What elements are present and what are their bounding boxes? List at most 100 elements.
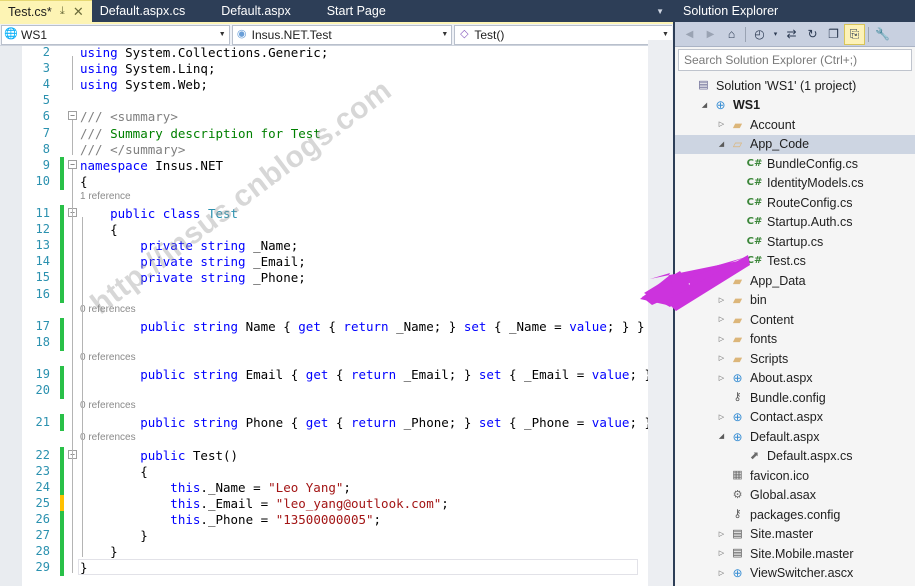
- tree-item-ws1[interactable]: ◢ ⊕ WS1: [675, 96, 915, 116]
- tree-item-account[interactable]: ▷ ▰ Account: [675, 115, 915, 135]
- editor-tab-start-page[interactable]: Start Page: [305, 0, 400, 22]
- codelens-reference-count[interactable]: 0 references: [80, 432, 136, 443]
- dropdown-arrow-icon[interactable]: ▾: [770, 24, 781, 45]
- tree-item-default-aspx[interactable]: ◢ ⊕ Default.aspx: [675, 427, 915, 447]
- forward-icon: ▶: [706, 28, 715, 40]
- expander-collapsed-icon[interactable]: ▷: [715, 550, 728, 557]
- solution-tree[interactable]: ▤ Solution 'WS1' (1 project) ◢ ⊕ WS1 ▷ ▰ Accoun…: [675, 76, 915, 586]
- editor-vertical-scrollbar[interactable]: ⚌: [648, 40, 673, 586]
- tree-item-content[interactable]: ▷ ▰ Content: [675, 310, 915, 330]
- tree-item-site-master[interactable]: ▷ ▤ Site.master: [675, 525, 915, 545]
- chevron-down-icon[interactable]: ▼: [437, 31, 451, 38]
- expander-collapsed-icon[interactable]: ▷: [715, 316, 728, 323]
- search-solution-explorer-input[interactable]: Search Solution Explorer (Ctrl+;): [678, 49, 912, 71]
- expander-expanded-icon[interactable]: ◢: [698, 102, 711, 109]
- tree-item-label: ViewSwitcher.ascx: [750, 566, 854, 581]
- tree-item-viewswitcher-ascx[interactable]: ▷ ⊕ ViewSwitcher.ascx: [675, 564, 915, 584]
- refresh-icon[interactable]: ↻: [802, 24, 823, 45]
- tree-item-contact-aspx[interactable]: ▷ ⊕ Contact.aspx: [675, 408, 915, 428]
- fold-collapse-icon[interactable]: −: [68, 159, 77, 169]
- tree-item-app-code[interactable]: ◢ ▱ App_Code: [675, 134, 915, 154]
- tree-item-default-aspx-cs[interactable]: ⬈ Default.aspx.cs: [675, 447, 915, 467]
- tree-item-test-cs[interactable]: C# Test.cs: [675, 252, 915, 272]
- pin-icon[interactable]: ⤓: [57, 6, 68, 17]
- tree-item-about-aspx[interactable]: ▷ ⊕ About.aspx: [675, 369, 915, 389]
- tree-item-bin[interactable]: ▷ ▰ bin: [675, 291, 915, 311]
- change-bar-saved: [60, 478, 64, 496]
- editor-tab-default-aspx-cs[interactable]: Default.aspx.cs: [92, 0, 199, 22]
- project-dropdown[interactable]: 🌐 WS1 ▼: [1, 24, 230, 45]
- chevron-down-icon[interactable]: ▼: [215, 31, 229, 38]
- expander-collapsed-icon[interactable]: ▷: [715, 297, 728, 304]
- line-number: 27: [35, 528, 50, 542]
- line-number: 7: [42, 125, 50, 140]
- tree-item-bundleconfig-cs[interactable]: C# BundleConfig.cs: [675, 154, 915, 174]
- tree-item-label: Solution 'WS1' (1 project): [716, 78, 857, 93]
- expander-collapsed-icon[interactable]: ▷: [715, 375, 728, 382]
- code-line: public class Test: [80, 206, 239, 221]
- toolbar-separator: [745, 26, 746, 42]
- line-number: 18: [35, 334, 50, 349]
- collapse-all-icon[interactable]: ❐: [823, 24, 844, 45]
- folder-icon: ▰: [732, 293, 743, 308]
- tree-item-solution-ws1-1-project[interactable]: ▤ Solution 'WS1' (1 project): [675, 76, 915, 96]
- fold-collapse-icon[interactable]: −: [68, 111, 77, 121]
- expander-collapsed-icon[interactable]: ▷: [715, 414, 728, 421]
- close-icon[interactable]: ✕: [73, 5, 84, 18]
- pending-changes-icon[interactable]: ◴: [749, 24, 770, 45]
- chevron-down-icon[interactable]: ▼: [658, 31, 672, 38]
- method-icon: ◇: [460, 28, 469, 40]
- master-page-icon: ▤: [732, 547, 743, 560]
- expander-collapsed-icon[interactable]: ▷: [715, 277, 728, 284]
- codelens-reference-count[interactable]: 0 references: [80, 304, 136, 315]
- expander-expanded-icon[interactable]: ◢: [715, 141, 728, 148]
- expander-collapsed-icon[interactable]: ▷: [715, 355, 728, 362]
- editor-tab-label: Start Page: [326, 4, 386, 18]
- code-line: using System.Collections.Generic;: [80, 46, 329, 60]
- type-dropdown[interactable]: ◉ Insus.NET.Test ▼: [231, 24, 453, 45]
- expander-collapsed-icon[interactable]: ▷: [715, 121, 728, 128]
- line-number: 15: [35, 270, 50, 285]
- sync-with-active-document-icon[interactable]: ⇄: [781, 24, 802, 45]
- tree-item-label: fonts: [750, 332, 778, 347]
- tree-item-identitymodels-cs[interactable]: C# IdentityModels.cs: [675, 174, 915, 194]
- expander-collapsed-icon[interactable]: ▷: [715, 570, 728, 577]
- change-bar-saved: [60, 527, 64, 545]
- chevron-down-icon[interactable]: ▼: [647, 0, 673, 22]
- home-icon[interactable]: ⌂: [721, 24, 742, 45]
- visual-studio-window: Test.cs* ⤓ ✕ Default.aspx.cs Default.asp…: [0, 0, 915, 586]
- toolbar-separator: [868, 26, 869, 42]
- tree-item-startup-auth-cs[interactable]: C# Startup.Auth.cs: [675, 213, 915, 233]
- web-project-icon: ⊕: [715, 98, 726, 113]
- tree-item-favicon-ico[interactable]: ▦ favicon.ico: [675, 466, 915, 486]
- change-bar-saved: [60, 333, 64, 351]
- expander-collapsed-icon[interactable]: ▷: [715, 336, 728, 343]
- tree-item-site-mobile-master[interactable]: ▷ ▤ Site.Mobile.master: [675, 544, 915, 564]
- csharp-file-icon: C#: [746, 177, 763, 189]
- tree-item-packages-config[interactable]: ⚷ packages.config: [675, 505, 915, 525]
- codelens-reference-count[interactable]: 1 reference: [80, 191, 131, 202]
- csharp-file-icon: C#: [746, 255, 763, 267]
- current-line-highlight: [78, 559, 638, 576]
- expander-expanded-icon[interactable]: ◢: [715, 433, 728, 440]
- show-all-files-icon[interactable]: ⎘: [844, 23, 865, 45]
- editor-tab-default-aspx[interactable]: Default.aspx: [199, 0, 304, 22]
- expander-collapsed-icon[interactable]: ▷: [715, 531, 728, 538]
- code-editor[interactable]: 2 using System.Collections.Generic; 3 using…: [0, 46, 648, 586]
- tree-item-startup-cs[interactable]: C# Startup.cs: [675, 232, 915, 252]
- tree-item-scripts[interactable]: ▷ ▰ Scripts: [675, 349, 915, 369]
- tree-item-routeconfig-cs[interactable]: C# RouteConfig.cs: [675, 193, 915, 213]
- change-bar-saved: [60, 205, 64, 223]
- tree-item-fonts[interactable]: ▷ ▰ fonts: [675, 330, 915, 350]
- tree-item-app-data[interactable]: ▷ ▰ App_Data: [675, 271, 915, 291]
- code-line: namespace Insus.NET: [80, 157, 223, 173]
- codelens-reference-count[interactable]: 0 references: [80, 400, 136, 411]
- change-bar-unsaved: [60, 494, 64, 512]
- editor-tab-test-cs[interactable]: Test.cs* ⤓ ✕: [0, 0, 92, 22]
- tree-item-global-asax[interactable]: ⚙ Global.asax: [675, 486, 915, 506]
- properties-wrench-icon[interactable]: 🔧: [872, 24, 893, 45]
- code-line: /// <summary>: [80, 109, 178, 125]
- tree-item-bundle-config[interactable]: ⚷ Bundle.config: [675, 388, 915, 408]
- member-dropdown[interactable]: ◇ Test() ▼: [454, 24, 672, 45]
- codelens-reference-count[interactable]: 0 references: [80, 352, 136, 363]
